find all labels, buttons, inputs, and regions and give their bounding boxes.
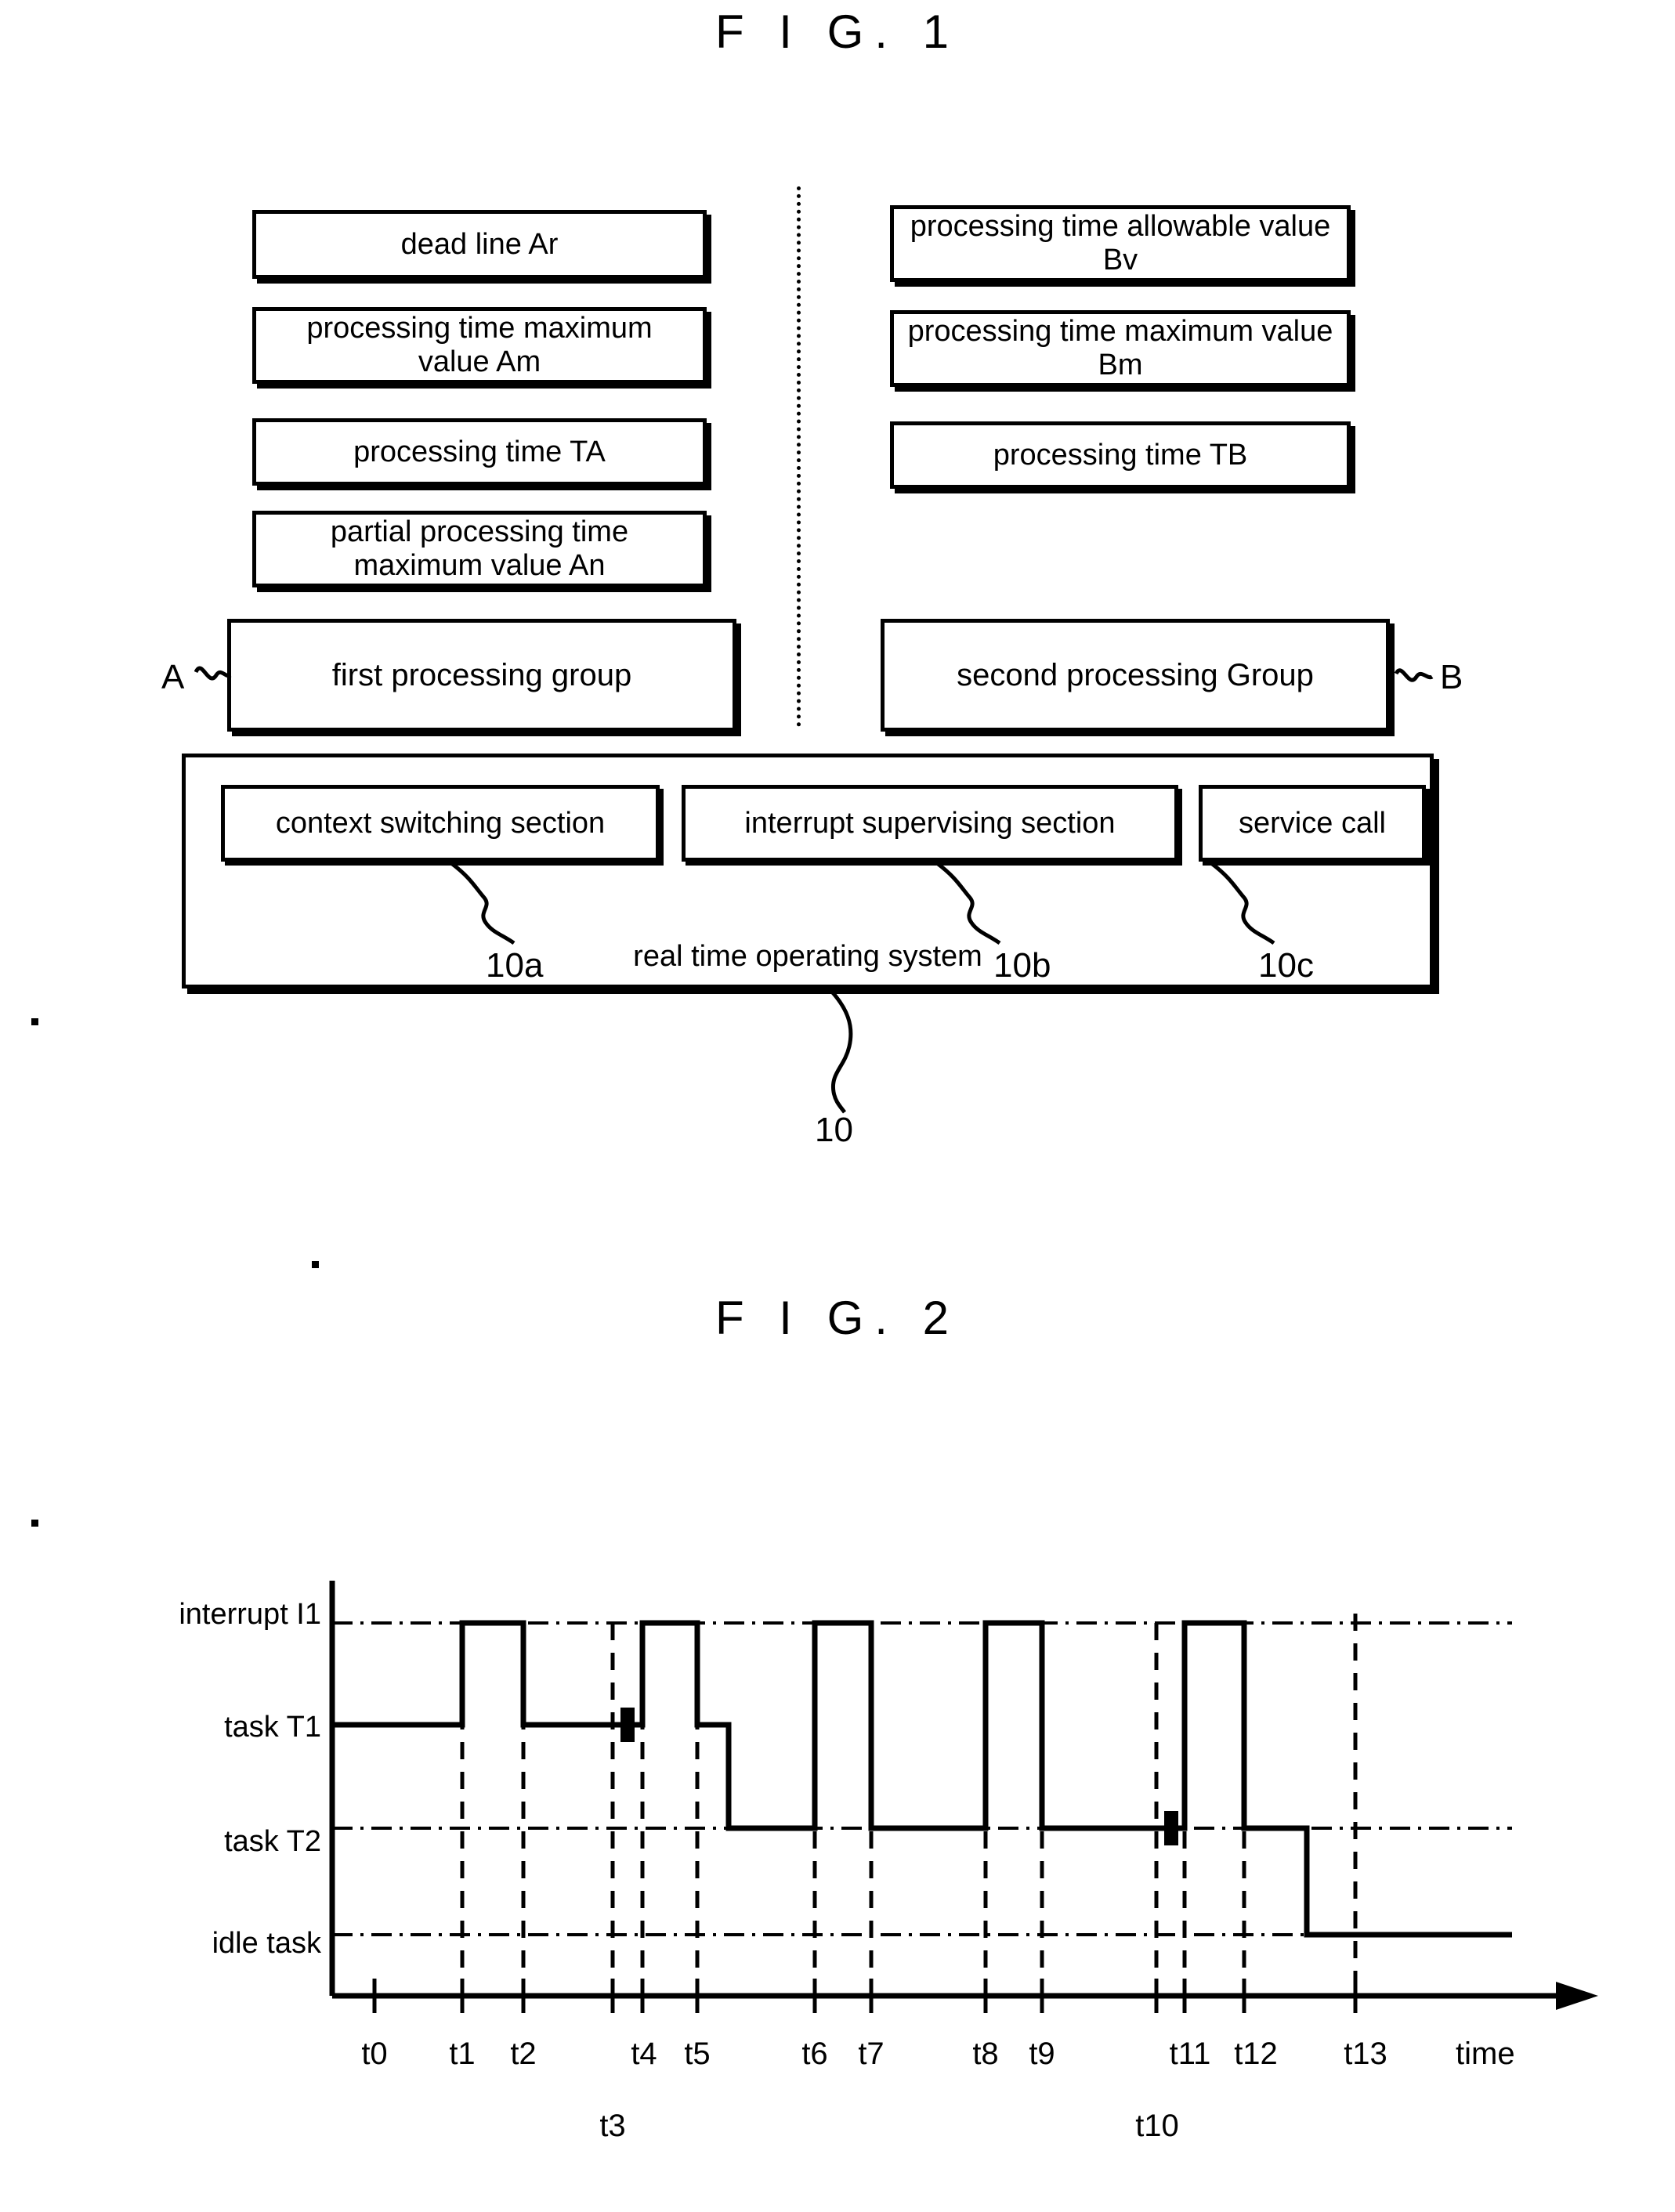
box-label: processing time allowable value Bv [910, 210, 1331, 276]
box-label: first processing group [331, 657, 632, 692]
event-lines [460, 1614, 1358, 1996]
xtick-t2: t2 [510, 2037, 537, 2071]
box-processing-time-tb: processing time TB [890, 421, 1351, 489]
box-service-call: service call [1199, 785, 1426, 862]
fig1-title: F I G. 1 [714, 5, 961, 58]
box-processing-time-allowable-bv: processing time allowable value Bv [890, 205, 1351, 282]
ref-a-label: A [161, 658, 185, 696]
execution-waveform [332, 1620, 1512, 1938]
ylabel-task-t2: task T2 [224, 1825, 321, 1858]
box-processing-time-max-am: processing time maximum value Am [252, 307, 707, 384]
scan-dot-mid [312, 1261, 319, 1268]
level-guide-lines [332, 1621, 1512, 1936]
box-label: processing time TA [353, 435, 606, 468]
leader-10a [450, 862, 516, 945]
column-divider [797, 186, 801, 727]
box-label: processing time maximum value Am [306, 312, 653, 378]
box-partial-processing-time-max-an: partial processing time maximum value An [252, 511, 707, 587]
xtick-t5: t5 [684, 2037, 711, 2071]
ylabel-interrupt-i1: interrupt I1 [179, 1598, 321, 1631]
ref-b-squiggle [1395, 668, 1434, 682]
ylabel-task-t1: task T1 [224, 1711, 321, 1744]
box-label: interrupt supervising section [744, 806, 1116, 840]
xtick-t10: t10 [1135, 2109, 1179, 2143]
scan-dot-low [31, 1520, 38, 1527]
x-axis-title: time [1456, 2037, 1515, 2071]
box-first-processing-group: first processing group [227, 619, 736, 732]
box-label: processing time maximum value Bm [907, 315, 1333, 381]
box-label: processing time TB [993, 438, 1248, 472]
box-second-processing-group: second processing Group [881, 619, 1390, 732]
ref-a-squiggle [194, 666, 232, 681]
box-label: second processing Group [957, 657, 1314, 692]
leader-10c [1210, 862, 1275, 945]
xtick-t3: t3 [599, 2109, 626, 2143]
leader-10 [829, 989, 853, 1114]
box-label: partial processing time maximum value An [330, 515, 629, 582]
xtick-t12: t12 [1234, 2037, 1278, 2071]
xtick-t9: t9 [1029, 2037, 1055, 2071]
rtos-title: real time operating system [633, 940, 982, 973]
box-processing-time-max-bm: processing time maximum value Bm [890, 310, 1351, 387]
scan-dot-left [31, 1018, 38, 1025]
ylabel-idle-task: idle task [212, 1927, 321, 1960]
xtick-t0: t0 [361, 2037, 388, 2071]
leader-10b [935, 862, 1001, 945]
xtick-t13: t13 [1344, 2037, 1387, 2071]
xtick-t7: t7 [858, 2037, 885, 2071]
x-axis-arrowhead [1556, 1982, 1598, 2010]
box-label: dead line Ar [400, 227, 559, 261]
ref-10: 10 [815, 1111, 853, 1149]
box-context-switching-section: context switching section [221, 785, 660, 862]
box-label: service call [1239, 806, 1386, 840]
box-dead-line-ar: dead line Ar [252, 210, 707, 279]
box-label: context switching section [275, 806, 606, 840]
service-call-mark-t10 [1164, 1811, 1178, 1845]
box-interrupt-supervising-section: interrupt supervising section [682, 785, 1178, 862]
box-processing-time-ta: processing time TA [252, 418, 707, 486]
fig2-title: F I G. 2 [714, 1292, 961, 1344]
ref-b-label: B [1440, 658, 1463, 696]
service-call-mark-t3 [620, 1708, 635, 1742]
timing-diagram-plot [329, 1581, 1598, 2013]
